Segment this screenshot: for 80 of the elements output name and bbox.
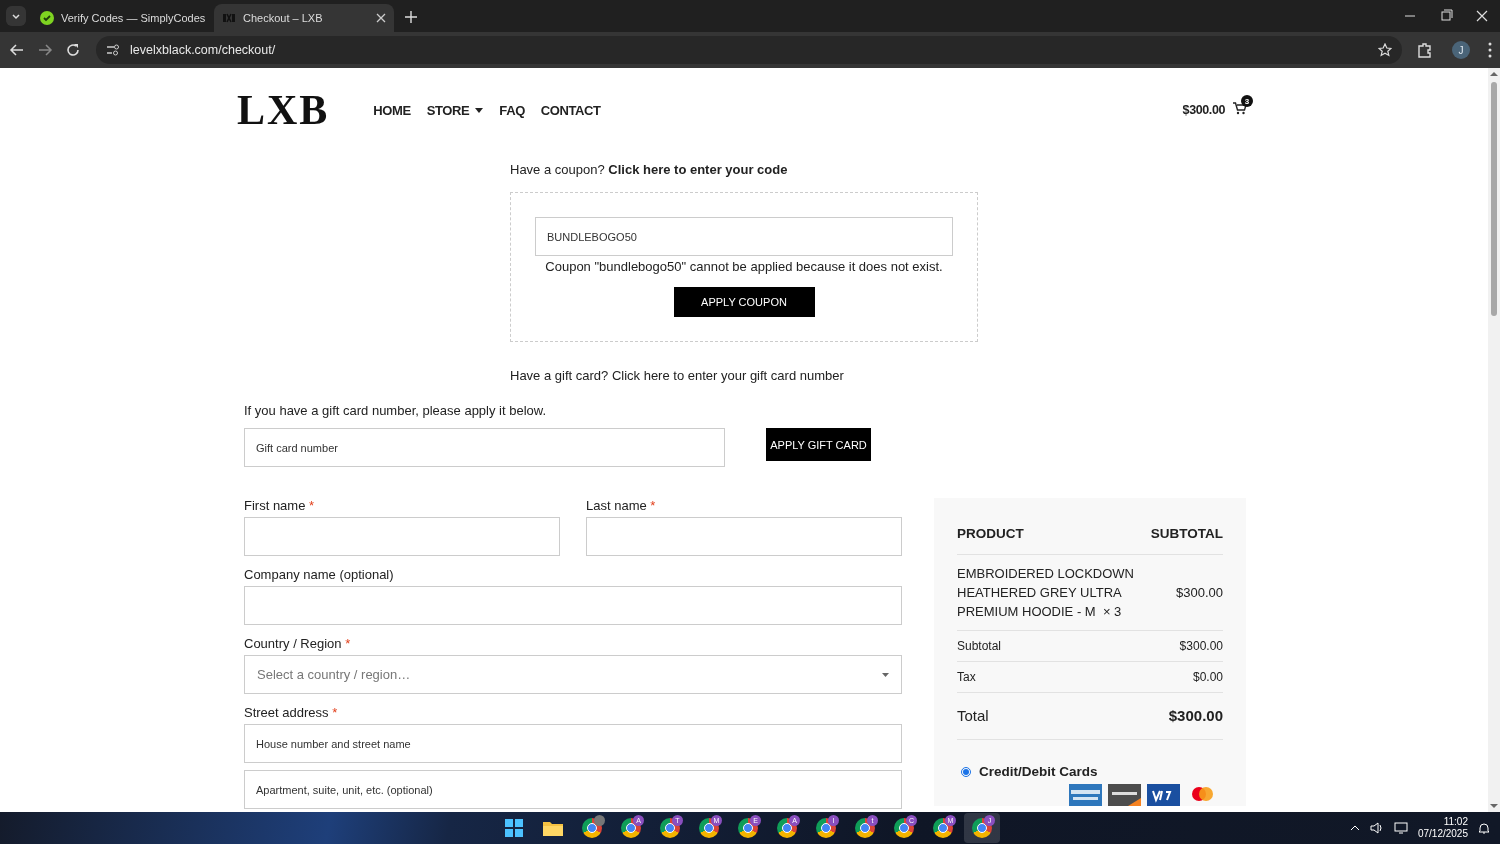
- cart-count-badge: 3: [1241, 95, 1253, 107]
- gift-card-prompt[interactable]: Have a gift card? Click here to enter your gift card number: [510, 368, 978, 383]
- total-value: $0.00: [1192, 670, 1223, 684]
- site-logo[interactable]: LXB: [237, 89, 330, 131]
- clock[interactable]: 11:02 07/12/2025: [1417, 816, 1468, 840]
- gift-card-instruction: If you have a gift card number, please apply it below.: [244, 403, 548, 418]
- logo-icon: [222, 11, 236, 25]
- nav-link[interactable]: HOME: [373, 102, 411, 118]
- input-field[interactable]: [244, 586, 902, 625]
- folder-icon: [543, 820, 563, 836]
- required-mark: *: [332, 705, 338, 720]
- product-subtotal: $300.00: [1176, 585, 1223, 600]
- field-label: Country / Region *: [244, 636, 352, 651]
- input-field[interactable]: Apartment, suite, unit, etc. (optional): [244, 770, 902, 809]
- check-icon: [40, 11, 54, 25]
- windows-icon: [505, 819, 523, 837]
- input-field[interactable]: [244, 517, 560, 556]
- star-icon[interactable]: [1378, 43, 1392, 57]
- total-value: $300.00: [1179, 639, 1223, 653]
- field-label: Company name (optional): [244, 567, 395, 582]
- apply-coupon-button[interactable]: APPLY COUPON: [673, 287, 815, 317]
- total-value: $300.00: [1168, 707, 1223, 724]
- cart-icon[interactable]: [1233, 101, 1247, 115]
- field-label: First name *: [244, 498, 316, 513]
- site-info-icon[interactable]: [106, 43, 120, 57]
- total-label: Tax: [957, 670, 976, 684]
- country-select[interactable]: Select a country / region…: [244, 655, 902, 694]
- extensions-icon[interactable]: [1416, 41, 1434, 59]
- time: 11:02: [1443, 816, 1468, 828]
- chevron-up-icon[interactable]: [1349, 825, 1360, 831]
- url-text: levelxblack.com/checkout/: [130, 43, 277, 57]
- coupon-error-message: Coupon "bundlebogo50" cannot be applied because it does not exist.: [545, 259, 943, 274]
- chrome-icon: [933, 818, 953, 838]
- browser-tab[interactable]: Checkout – LXB: [214, 4, 394, 32]
- scrollbar[interactable]: [1488, 68, 1500, 812]
- required-mark: *: [650, 498, 656, 513]
- total-label: Subtotal: [957, 639, 1002, 653]
- field-label: Street address *: [244, 705, 339, 720]
- chrome-icon: [621, 818, 641, 838]
- nav-link[interactable]: FAQ: [499, 102, 525, 118]
- apply-gift-card-button[interactable]: APPLY GIFT CARD: [766, 428, 871, 461]
- payment-method-label[interactable]: Credit/Debit Cards: [979, 764, 1098, 779]
- gift-card-field[interactable]: Gift card number: [244, 428, 725, 467]
- caret-icon: [882, 672, 889, 677]
- bell-icon[interactable]: [1478, 821, 1490, 835]
- nav-link[interactable]: CONTACT: [540, 102, 601, 118]
- browser-tab[interactable]: Verify Codes — SimplyCodes: [32, 4, 212, 32]
- speaker-icon[interactable]: [1369, 822, 1384, 834]
- chrome-icon: [777, 818, 797, 838]
- field-label: Last name *: [586, 498, 657, 513]
- reload-icon[interactable]: [64, 41, 82, 59]
- chrome-icon: [738, 818, 758, 838]
- address-bar[interactable]: levelxblack.com/checkout/: [96, 36, 1402, 64]
- nav-link[interactable]: STORE: [426, 102, 484, 118]
- required-mark: *: [345, 636, 351, 651]
- total-label: Total: [957, 707, 989, 724]
- coupon-field[interactable]: BUNDLEBOGO50: [535, 217, 953, 256]
- scroll-up-icon[interactable]: [1490, 70, 1498, 78]
- chrome-icon: [972, 818, 992, 838]
- close-icon[interactable]: [376, 13, 386, 23]
- avatar-icon: [594, 815, 605, 826]
- input-field[interactable]: House number and street name: [244, 724, 902, 763]
- column-header: PRODUCT: [957, 526, 1024, 541]
- required-mark: *: [309, 498, 315, 513]
- card-logo-icon: [1108, 784, 1141, 806]
- more-icon[interactable]: [1488, 42, 1492, 58]
- product-name: EMBROIDERED LOCKDOWN HEATHERED GREY ULTRA PREMIUM HOODIE - M × 3: [957, 565, 1135, 621]
- profile-avatar[interactable]: J: [1452, 41, 1470, 59]
- input-field[interactable]: [586, 517, 902, 556]
- coupon-link[interactable]: Click here to enter your code: [608, 162, 788, 177]
- chrome-icon: [894, 818, 914, 838]
- new-tab-icon[interactable]: [404, 10, 418, 24]
- chrome-icon: [699, 818, 719, 838]
- monitor-icon[interactable]: [1393, 822, 1408, 834]
- chrome-icon: [660, 818, 680, 838]
- date: 07/12/2025: [1417, 828, 1468, 840]
- cart-total[interactable]: $300.00: [1182, 103, 1225, 117]
- column-header: SUBTOTAL: [1150, 526, 1223, 541]
- coupon-prompt: Have a coupon? Click here to enter your code: [510, 162, 789, 177]
- scroll-down-icon[interactable]: [1490, 802, 1498, 810]
